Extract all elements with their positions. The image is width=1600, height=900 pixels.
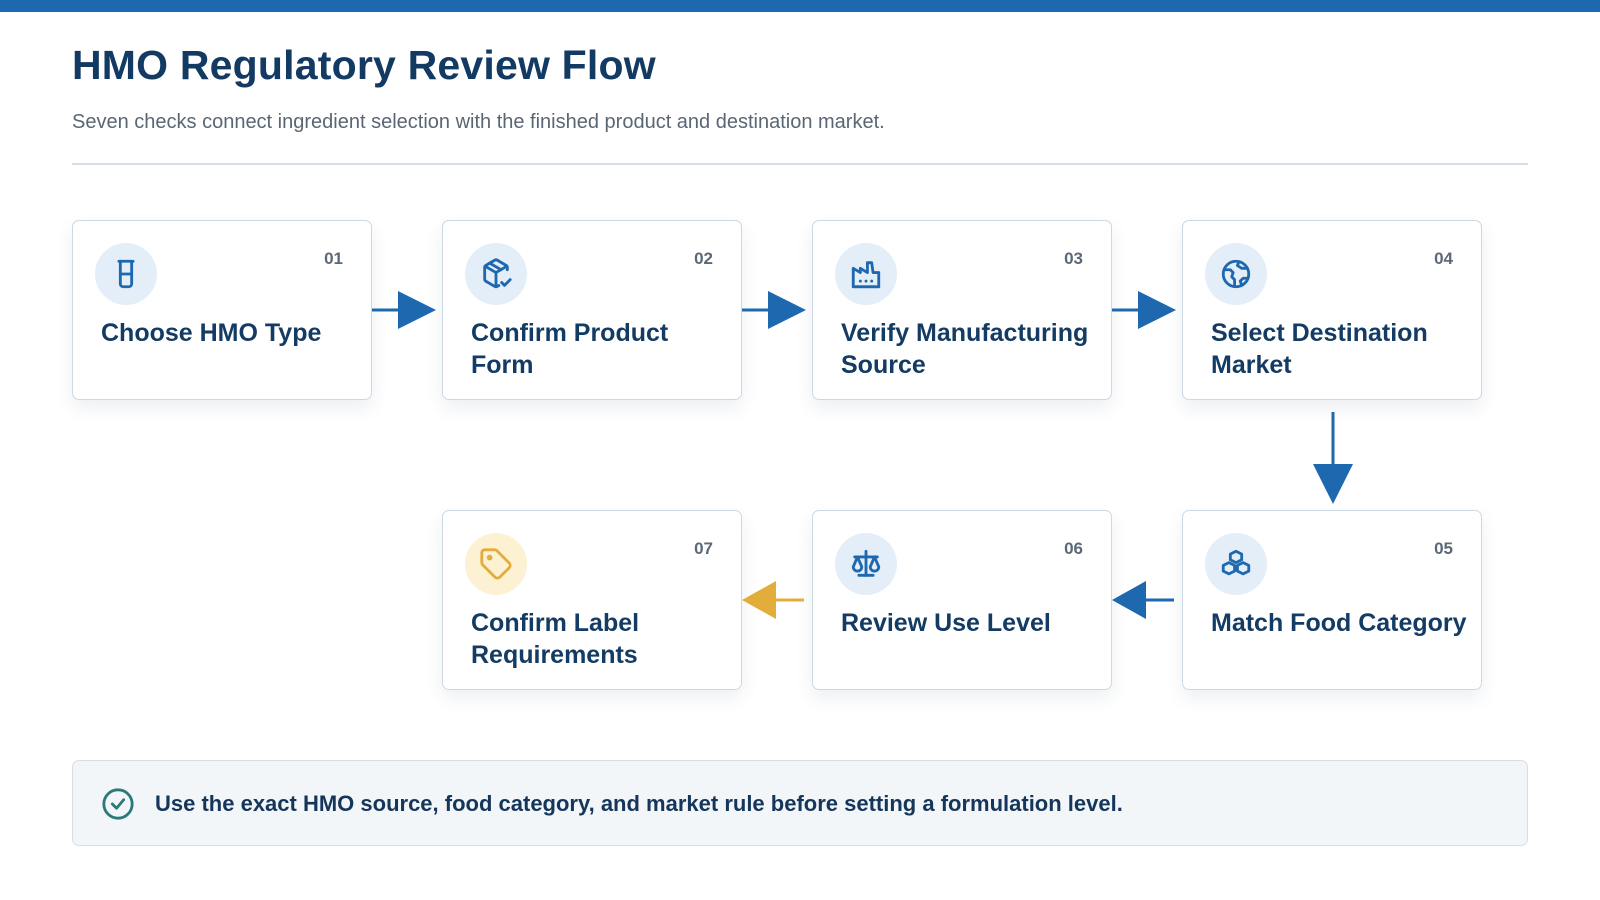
check-circle-icon [102, 788, 134, 820]
step-number: 02 [694, 249, 713, 268]
step-card-05: 05 Match Food Category [1182, 510, 1482, 690]
step-number: 07 [694, 539, 713, 558]
step-number: 04 [1434, 249, 1453, 268]
step-number: 06 [1064, 539, 1083, 558]
step-card-03: 03 Verify Manufacturing Source [812, 220, 1112, 400]
package-check-icon [465, 243, 527, 305]
arrow-right-01-02 [372, 291, 436, 329]
globe-icon [1205, 243, 1267, 305]
factory-icon [835, 243, 897, 305]
step-card-04: 04 Select Destination Market [1182, 220, 1482, 400]
note-text: Use the exact HMO source, food category,… [155, 791, 1123, 816]
note-box: Use the exact HMO source, food category,… [72, 760, 1528, 846]
blocks-icon [1205, 533, 1267, 595]
top-accent-bar [0, 0, 1600, 12]
tag-icon [465, 533, 527, 595]
scale-icon [835, 533, 897, 595]
step-label: Select Destination Market [1211, 319, 1428, 379]
arrow-down-04-05 [1313, 412, 1353, 504]
beaker-icon [95, 243, 157, 305]
page-subtitle: Seven checks connect ingredient selectio… [72, 111, 885, 133]
step-label: Verify Manufacturing Source [841, 319, 1089, 379]
arrow-right-03-04 [1112, 291, 1176, 329]
step-card-02: 02 Confirm Product Form [442, 220, 742, 400]
step-label: Confirm Product Form [471, 319, 669, 379]
step-label: Review Use Level [841, 609, 1051, 637]
step-card-07: 07 Confirm Label Requirements [442, 510, 742, 690]
step-number: 05 [1434, 539, 1453, 558]
arrow-left-06-07 [742, 581, 804, 619]
step-card-06: 06 Review Use Level [812, 510, 1112, 690]
arrow-left-05-06 [1112, 581, 1174, 619]
arrow-right-02-03 [742, 291, 806, 329]
step-label: Confirm Label Requirements [471, 609, 640, 669]
step-label: Choose HMO Type [101, 319, 322, 347]
step-number: 01 [324, 249, 343, 268]
page-title: HMO Regulatory Review Flow [72, 42, 656, 88]
header-divider [72, 163, 1528, 165]
step-card-01: 01 Choose HMO Type [72, 220, 372, 400]
step-number: 03 [1064, 249, 1083, 268]
step-label: Match Food Category [1211, 609, 1467, 637]
